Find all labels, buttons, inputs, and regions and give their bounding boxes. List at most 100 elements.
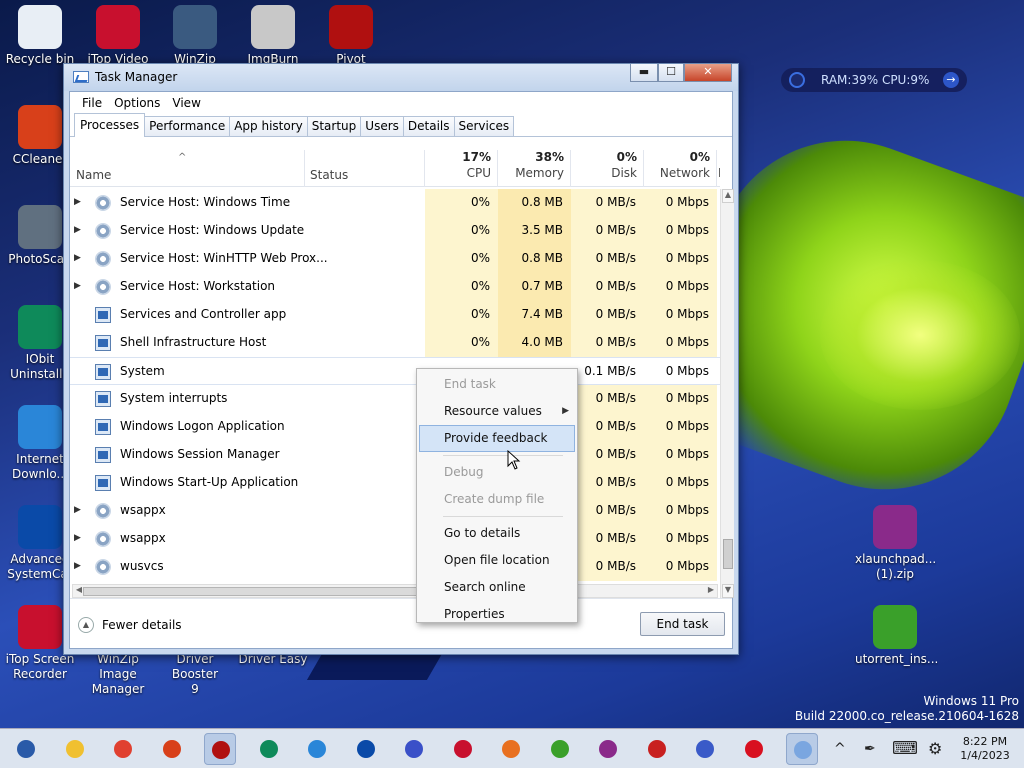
expand-chevron-icon[interactable]: ▶ [74, 253, 81, 263]
taskbar-iobit-uninstaller[interactable] [253, 733, 285, 765]
expand-chevron-icon[interactable]: ▶ [74, 197, 81, 207]
system-monitor-widget[interactable]: RAM:39% CPU:9% → [781, 68, 967, 92]
tab-services[interactable]: Services [453, 116, 515, 136]
scroll-up-icon[interactable]: ▲ [722, 189, 734, 203]
desktop-icon-winzip[interactable]: WinZip [155, 5, 235, 67]
process-name: Service Host: Windows Update [120, 223, 305, 237]
fewer-details-button[interactable]: ▲ Fewer details [78, 617, 182, 633]
table-row[interactable]: Shell Infrastructure Host 0% 4.0 MB 0 MB/s 0… [70, 329, 720, 357]
table-row[interactable]: ▶ wsappx 0 MB/s 0 Mbps [70, 497, 720, 525]
taskbar-file-explorer[interactable] [59, 733, 91, 765]
desktop-icon-pivot[interactable]: Pivot [311, 5, 391, 67]
column-network[interactable]: 0% Network [644, 150, 710, 180]
desktop-icon-itop-video[interactable]: iTop Video [78, 5, 158, 67]
table-row[interactable]: Windows Start-Up Application 0 MB/s 0 Mbps [70, 469, 720, 497]
menu-file[interactable]: File [76, 96, 108, 110]
table-row[interactable]: ▶ Service Host: WinHTTP Web Prox... 0% 0.8 … [70, 245, 720, 273]
tab-details[interactable]: Details [402, 116, 455, 136]
context-item-go-to-details[interactable]: Go to details [417, 520, 577, 547]
itop-screen-recorder-icon [18, 605, 62, 649]
taskbar-chrome[interactable] [107, 733, 139, 765]
table-row[interactable]: System 0.1 MB/s 0 Mbps [70, 357, 720, 385]
advanced-systemcare-icon [356, 740, 375, 758]
column-disk[interactable]: 0% Disk [571, 150, 637, 180]
table-row[interactable]: System interrupts 0 MB/s 0 Mbps [70, 385, 720, 413]
settings-gear-icon[interactable]: ⚙ [928, 729, 942, 768]
windows-build-watermark: Windows 11 Pro Build 22000.co_release.21… [795, 694, 1019, 724]
scroll-down-icon[interactable]: ▼ [722, 584, 734, 598]
taskbar-advanced-systemcare[interactable] [350, 733, 382, 765]
desktop-icon-utorrent-installer[interactable]: utorrent_ins... [855, 605, 938, 667]
taskbar-internet-download-manager[interactable] [301, 733, 333, 765]
vertical-scrollbar[interactable]: ▲ ▼ [720, 189, 734, 598]
taskbar-opera[interactable] [738, 733, 770, 765]
expand-chevron-icon[interactable]: ▶ [74, 281, 81, 291]
desktop-icon-imgburn[interactable]: ImgBurn [233, 5, 313, 67]
taskbar-winrar[interactable] [592, 733, 624, 765]
taskbar-utorrent[interactable] [544, 733, 576, 765]
title-bar[interactable]: Task Manager ▬ ☐ ✕ [64, 64, 738, 91]
expand-chevron-icon[interactable]: ▶ [74, 561, 81, 571]
minimize-button[interactable]: ▬ [630, 64, 658, 82]
expand-chevron-icon[interactable]: ▶ [74, 533, 81, 543]
column-power[interactable]: Po [718, 150, 720, 180]
taskbar-chromium-browser[interactable] [495, 733, 527, 765]
tab-performance[interactable]: Performance [144, 116, 231, 136]
column-name[interactable]: Name [76, 168, 111, 182]
close-button[interactable]: ✕ [684, 64, 732, 82]
table-row[interactable]: Windows Logon Application 0 MB/s 0 Mbps [70, 413, 720, 441]
desktop-icon-recycle-bin[interactable]: Recycle bin [0, 5, 80, 67]
context-item-properties[interactable]: Properties [417, 601, 577, 628]
end-task-button[interactable]: End task [640, 612, 725, 636]
desktop-icon-xlaunchpad-zip[interactable]: xlaunchpad... (1).zip [855, 505, 936, 582]
tab-app-history[interactable]: App history [229, 116, 308, 136]
table-row[interactable]: Services and Controller app 0% 7.4 MB 0 MB/… [70, 301, 720, 329]
pivot-icon [329, 5, 373, 49]
pen-icon[interactable]: ✒ [864, 729, 876, 768]
menu-view[interactable]: View [166, 96, 206, 110]
horizontal-scrollbar[interactable]: ◀ ▶ [72, 584, 718, 598]
sort-arrow-icon: ^ [178, 152, 187, 163]
build-edition: Windows 11 Pro [923, 694, 1019, 708]
taskbar-task-manager[interactable] [786, 733, 818, 765]
process-table: ^ Name Status 17% CPU 38% Memory 0% Disk [70, 150, 720, 598]
context-item-search-online[interactable]: Search online [417, 574, 577, 601]
tab-users[interactable]: Users [360, 116, 404, 136]
expand-chevron-icon[interactable]: ▶ [74, 505, 81, 515]
vertical-scroll-thumb[interactable] [723, 539, 733, 569]
taskbar-clock[interactable]: 8:22 PM 1/4/2023 [955, 735, 1015, 763]
taskbar-pivot[interactable] [204, 733, 236, 765]
context-item-open-file-location[interactable]: Open file location [417, 547, 577, 574]
window-footer: ▲ Fewer details End task [70, 598, 732, 648]
taskbar-itop-screen-recorder[interactable] [447, 733, 479, 765]
taskbar-registry-tool[interactable] [689, 733, 721, 765]
sysmon-arrow-icon[interactable]: → [943, 72, 959, 88]
table-row[interactable]: Windows Session Manager 0 MB/s 0 Mbps [70, 441, 720, 469]
column-status[interactable]: Status [310, 168, 348, 182]
tab-processes[interactable]: Processes [74, 113, 146, 137]
tray-overflow-icon[interactable]: ^ [834, 729, 846, 768]
disk-value: 0 MB/s [571, 553, 644, 581]
table-row[interactable]: ▶ Service Host: Windows Update 0% 3.5 MB 0 M… [70, 217, 720, 245]
column-cpu[interactable]: 17% CPU [425, 150, 491, 180]
taskbar-start-button[interactable] [10, 733, 42, 765]
expand-chevron-icon[interactable]: ▶ [74, 225, 81, 235]
column-memory[interactable]: 38% Memory [498, 150, 564, 180]
context-item-provide-feedback[interactable]: Provide feedback [419, 425, 575, 452]
context-item-resource-values[interactable]: Resource values ▶ [417, 398, 577, 425]
taskbar-photoscape-p[interactable] [398, 733, 430, 765]
table-row[interactable]: ▶ wsappx 0 MB/s 0 Mbps [70, 525, 720, 553]
taskbar-driver-booster[interactable] [641, 733, 673, 765]
table-row[interactable]: ▶ Service Host: Workstation 0% 0.7 MB 0 MB/s… [70, 273, 720, 301]
wallpaper-highlight [820, 260, 1020, 410]
table-row[interactable]: ▶ Service Host: Windows Time 0% 0.8 MB 0 MB/… [70, 189, 720, 217]
window-title: Task Manager [95, 70, 178, 84]
tab-startup[interactable]: Startup [306, 116, 362, 136]
table-row[interactable]: ▶ wusvcs 0 MB/s 0 Mbps [70, 553, 720, 581]
scroll-right-icon[interactable]: ▶ [705, 585, 717, 597]
taskbar-ccleaner[interactable] [156, 733, 188, 765]
driver-booster-icon [647, 740, 666, 758]
maximize-button[interactable]: ☐ [658, 64, 684, 82]
keyboard-icon[interactable]: ⌨ [892, 729, 918, 768]
menu-options[interactable]: Options [108, 96, 166, 110]
